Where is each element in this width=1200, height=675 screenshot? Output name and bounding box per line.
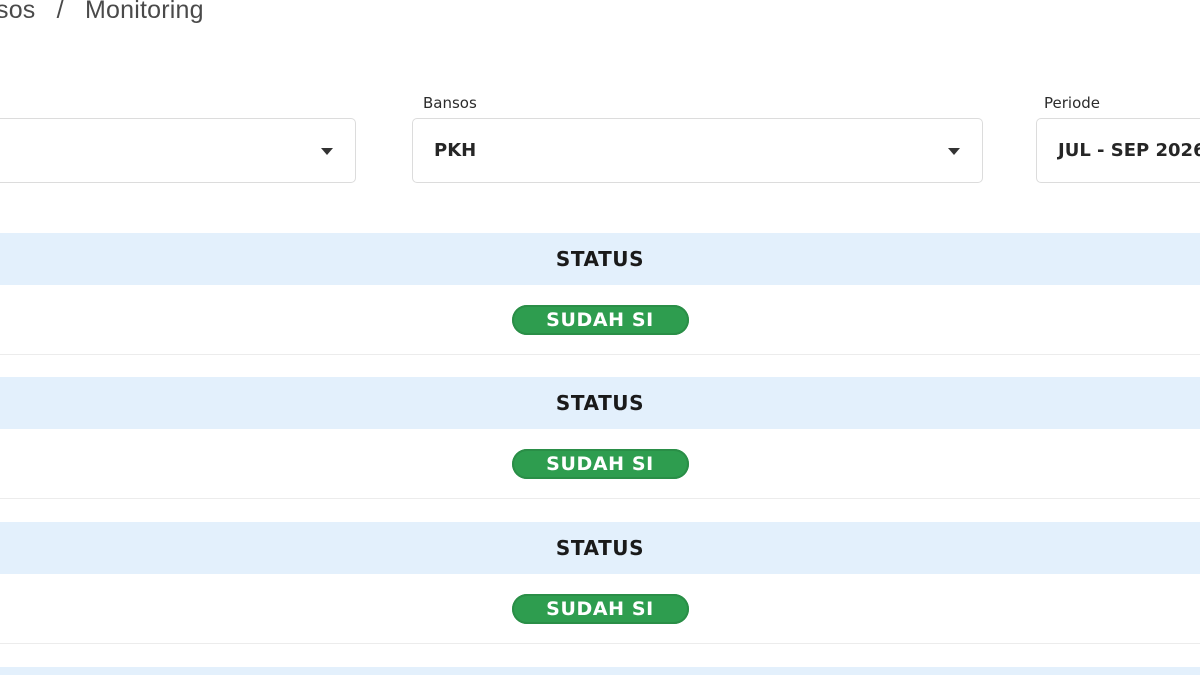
- breadcrumb: sos / Monitoring: [0, 0, 204, 25]
- status-table-block: STATUS SUDAH SI: [0, 522, 1200, 644]
- status-table-block: STATUS SUDAH SI: [0, 377, 1200, 499]
- periode-label: Periode: [1044, 94, 1101, 112]
- periode-select[interactable]: JUL - SEP 2026: [1036, 118, 1200, 183]
- breadcrumb-parent-link[interactable]: sos: [0, 0, 36, 24]
- breadcrumb-current: Monitoring: [84, 0, 204, 24]
- status-column-header: STATUS: [0, 522, 1200, 574]
- bansos-select[interactable]: PKH: [412, 118, 983, 183]
- table-row[interactable]: SUDAH SI: [0, 285, 1200, 355]
- status-column-header-partial: [0, 667, 1200, 675]
- status-column-header: STATUS: [0, 377, 1200, 429]
- breadcrumb-separator: /: [56, 0, 64, 24]
- bansos-label: Bansos: [423, 94, 477, 112]
- bansos-select-value: PKH: [434, 140, 477, 161]
- status-badge: SUDAH SI: [511, 593, 689, 624]
- monitoring-page: sos / Monitoring Bansos PKH Periode JUL …: [0, 0, 1200, 675]
- filter-select-left[interactable]: [0, 118, 356, 183]
- status-badge: SUDAH SI: [511, 448, 689, 479]
- status-badge: SUDAH SI: [511, 304, 689, 335]
- status-column-header: STATUS: [0, 233, 1200, 285]
- periode-select-value: JUL - SEP 2026: [1058, 140, 1200, 161]
- status-table-block: STATUS SUDAH SI: [0, 233, 1200, 355]
- chevron-down-icon: [948, 147, 960, 155]
- table-row[interactable]: SUDAH SI: [0, 574, 1200, 644]
- table-row[interactable]: SUDAH SI: [0, 429, 1200, 499]
- chevron-down-icon: [321, 147, 333, 155]
